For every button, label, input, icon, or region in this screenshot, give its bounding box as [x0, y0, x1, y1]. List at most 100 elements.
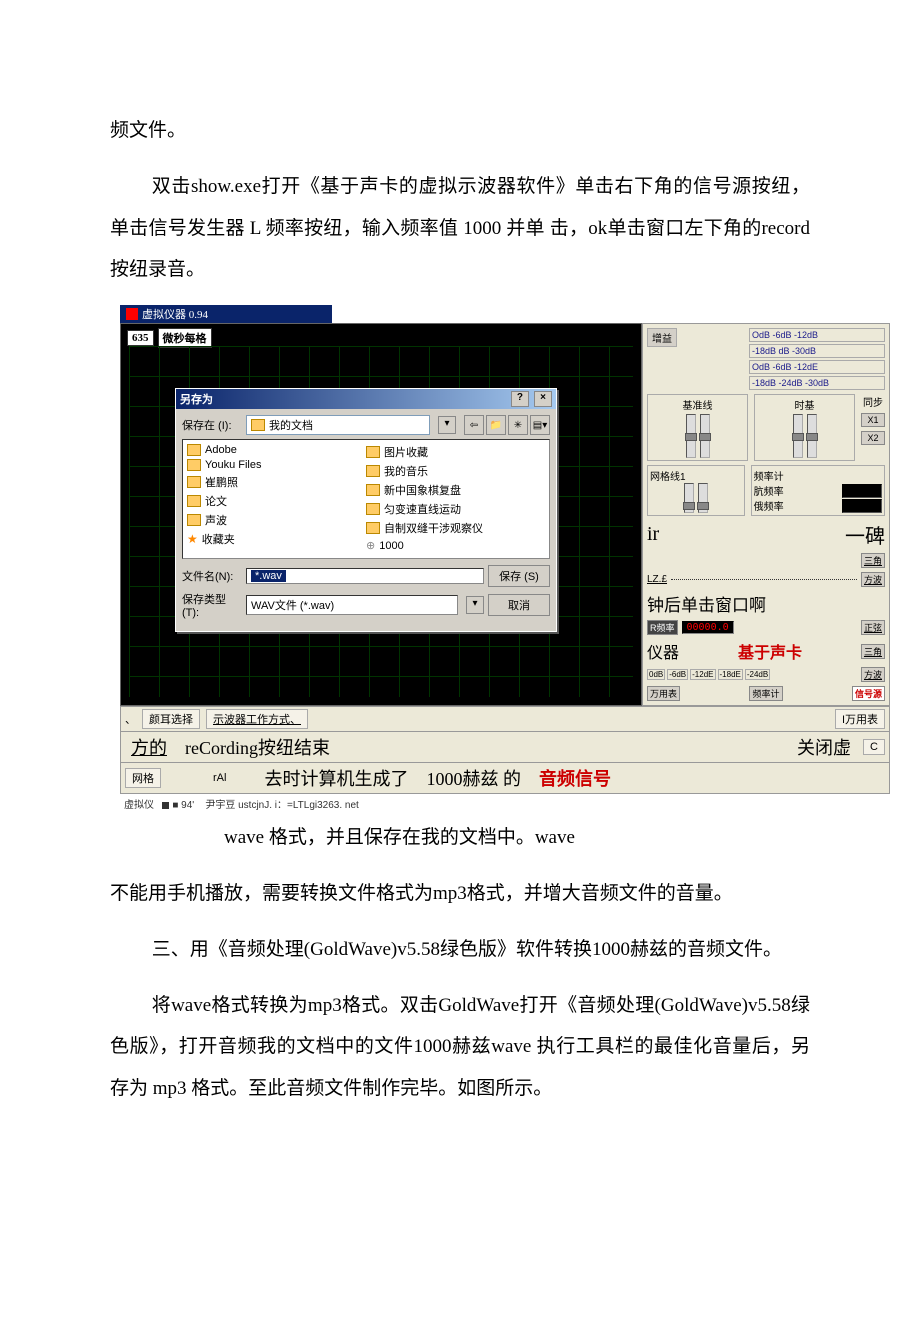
control-panel: 增益 OdB -6dB -12dB -18dB dB -30dB OdB -6d…	[642, 323, 890, 706]
paragraph-4: 三、用《音频处理(GoldWave)v5.58绿色版》软件转换1000赫兹的音频…	[110, 929, 810, 971]
list-item[interactable]: Youku Files	[187, 459, 366, 471]
grid-label: 网格	[125, 768, 161, 788]
multimeter-button[interactable]: 万用表	[647, 686, 680, 701]
gen-text-a: 去时计算机生成了	[258, 765, 414, 791]
paragraph-3a: wave 格式，并且保存在我的文档中。wave	[110, 817, 810, 859]
cancel-button[interactable]: 取消	[488, 594, 550, 616]
list-item[interactable]: 匀变速直线运动	[366, 501, 545, 517]
x2-button[interactable]: X2	[861, 431, 885, 445]
folder-icon	[366, 503, 380, 515]
multimeter-label[interactable]: I万用表	[835, 709, 885, 729]
c-label: C	[863, 739, 885, 755]
folder-icon	[366, 522, 380, 534]
save-in-value: 我的文档	[269, 417, 313, 433]
square-wave-button[interactable]: 方波	[861, 572, 885, 587]
list-item[interactable]: ★收藏夹	[187, 531, 366, 547]
list-item[interactable]: Adobe	[187, 444, 366, 456]
filename-label: 文件名(N):	[182, 568, 242, 584]
app-screenshot: 虚拟仪器 0.94 635 微秒每格 另存为	[120, 305, 890, 811]
save-as-dialog: 另存为 ? × 保存在 (I): 我的文档	[175, 388, 557, 632]
new-folder-icon[interactable]: ✳	[508, 415, 528, 435]
fang-de-text: 方的	[125, 734, 173, 760]
audio-file-icon: ⊕	[366, 539, 375, 552]
bei-text: 一碑	[845, 520, 885, 549]
h-freq-label: 肮频率	[754, 483, 784, 498]
sync-label: 同步	[861, 394, 885, 409]
freqmeter-label: 频率计	[754, 468, 882, 483]
status-line: 虚拟仪 ■ 94' 尹宇豆 ustcjnJ. i：=LTLgi3263. net	[120, 794, 890, 811]
paragraph-5: 将wave格式转换为mp3格式。双击GoldWave打开《音频处理(GoldWa…	[110, 985, 810, 1110]
overlay-text-2b: 基于声卡	[738, 639, 802, 663]
sine-button[interactable]: 正弦	[861, 620, 885, 635]
bottom-strip-3: 网格 rAl 去时计算机生成了 1000赫兹 的 音频信号	[120, 763, 890, 794]
timebase-label: 时基	[757, 397, 852, 412]
paragraph-3b: 不能用手机播放，需要转换文件格式为mp3格式，并增大音频文件的音量。	[110, 873, 810, 915]
scope-mode[interactable]: 示波器工作方式、	[206, 709, 308, 729]
x1-button[interactable]: X1	[861, 413, 885, 427]
list-item[interactable]: 崔鹏照	[187, 474, 366, 490]
list-item[interactable]: ⊕1000	[366, 539, 545, 552]
app-titlebar: 虚拟仪器 0.94	[120, 305, 332, 323]
ir-text: ir	[647, 523, 659, 546]
oscilloscope-area: 635 微秒每格 另存为 ? ×	[120, 323, 642, 706]
square-wave-button-2[interactable]: 方波	[861, 667, 885, 682]
list-item[interactable]: 自制双缝干涉观察仪	[366, 520, 545, 536]
filetype-combo[interactable]: WAV文件 (*.wav)	[246, 595, 458, 615]
gridline-label: 网格线1	[650, 468, 742, 483]
slider[interactable]	[698, 483, 708, 513]
app-title: 虚拟仪器 0.94	[142, 306, 208, 322]
view-icon[interactable]: ▤▾	[530, 415, 550, 435]
folder-icon	[187, 495, 201, 507]
list-item[interactable]: 图片收藏	[366, 444, 545, 460]
bottom-strip-1: 、 颜耳选择 示波器工作方式、 I万用表	[120, 706, 890, 732]
dropdown-icon[interactable]: ▾	[438, 416, 456, 434]
dialog-close-button[interactable]: ×	[534, 391, 552, 407]
up-folder-icon[interactable]: 📁	[486, 415, 506, 435]
app-icon	[126, 308, 138, 320]
folder-icon	[366, 484, 380, 496]
db-scale: -18dB -24dB -30dB	[749, 376, 885, 390]
gen-text-b: 1000赫兹 的	[420, 765, 527, 791]
save-button[interactable]: 保存 (S)	[488, 565, 550, 587]
signal-source-button[interactable]: 信号源	[852, 686, 885, 701]
db-scale: -18dB dB -30dB	[749, 344, 885, 358]
back-icon[interactable]: ⇦	[464, 415, 484, 435]
ear-select[interactable]: 颜耳选择	[142, 709, 200, 729]
list-item[interactable]: 新中国象棋复盘	[366, 482, 545, 498]
list-item[interactable]: 论文	[187, 493, 366, 509]
overlay-text: 钟后单击窗口啊	[647, 591, 766, 616]
filename-input[interactable]: *.wav	[246, 568, 484, 584]
gain-label: 增益	[647, 328, 677, 347]
file-list[interactable]: Adobe Youku Files 崔鹏照 论文 声波 ★收藏夹 图片收藏 我的	[182, 439, 550, 559]
lze-text: LZ.£	[647, 574, 667, 585]
save-in-combo[interactable]: 我的文档	[246, 415, 430, 435]
folder-icon	[187, 476, 201, 488]
freqcounter-button[interactable]: 频率计	[749, 686, 782, 701]
overlay-text-2a: 仪器	[647, 639, 679, 663]
baseline-label: 基准线	[650, 397, 745, 412]
recording-text: reCording按纽结束	[179, 734, 336, 760]
close-virtual-text: 关闭虚	[791, 734, 857, 760]
triangle-button[interactable]: 三角	[861, 553, 885, 568]
paragraph-2: 双击show.exe打开《基于声卡的虚拟示波器软件》单击右下角的信号源按纽，单击…	[110, 166, 810, 291]
slider[interactable]	[684, 483, 694, 513]
dropdown-icon[interactable]: ▾	[466, 596, 484, 614]
rai-text: rAl	[213, 772, 226, 784]
timebase-unit: 微秒每格	[158, 328, 212, 348]
slider[interactable]	[686, 414, 696, 458]
list-item[interactable]: 我的音乐	[366, 463, 545, 479]
list-item[interactable]: 声波	[187, 512, 366, 528]
r-freq-button[interactable]: R频率	[647, 620, 678, 635]
paragraph-1: 频文件。	[110, 110, 810, 152]
triangle-button-2[interactable]: 三角	[861, 644, 885, 659]
folder-icon	[187, 514, 201, 526]
square-icon	[162, 802, 169, 809]
freq-readout	[842, 484, 882, 498]
gen-text-c: 音频信号	[533, 765, 617, 791]
slider[interactable]	[807, 414, 817, 458]
slider[interactable]	[793, 414, 803, 458]
slider[interactable]	[700, 414, 710, 458]
freq-readout	[842, 499, 882, 513]
folder-icon	[187, 459, 201, 471]
dialog-help-button[interactable]: ?	[511, 391, 529, 407]
